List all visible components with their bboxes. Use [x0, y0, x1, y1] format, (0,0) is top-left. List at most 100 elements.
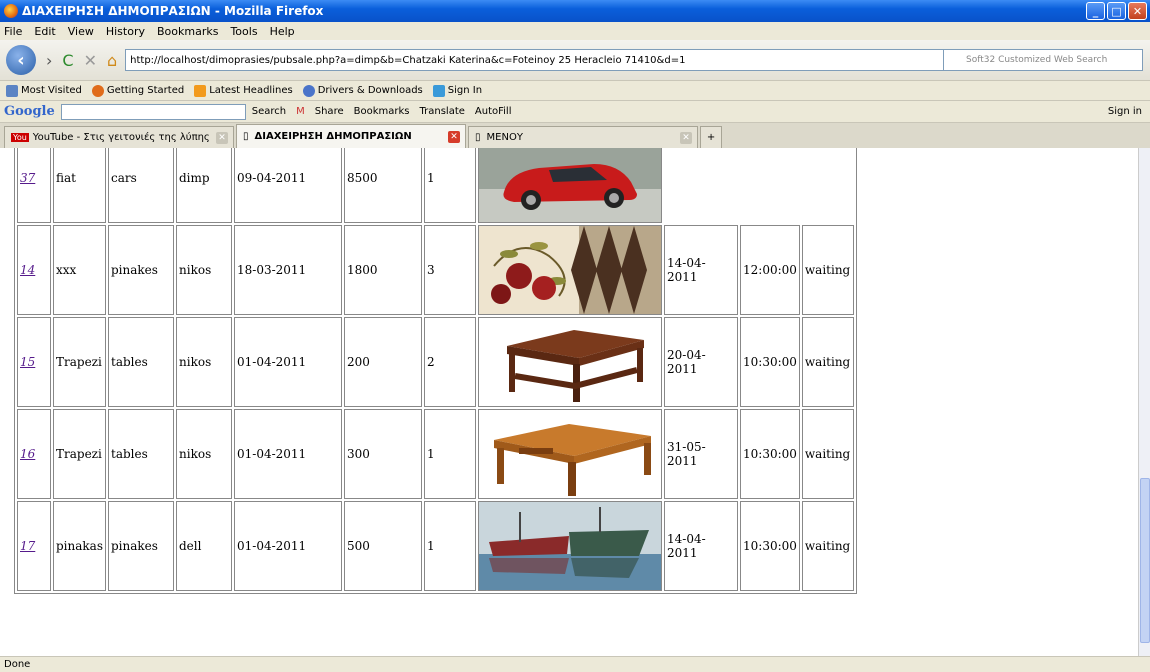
cell-id-link: 37 — [17, 148, 51, 223]
cell-text: 500 — [347, 539, 370, 553]
title-bar: ΔΙΑΧΕΙΡΗΣΗ ΔΗΜΟΠΡΑΣΙΩΝ - Mozilla Firefox… — [0, 0, 1150, 22]
cell-text: 3 — [427, 263, 435, 277]
cell-text: 01-04-2011 — [237, 447, 307, 461]
tab-auctions[interactable]: ▯ ΔΙΑΧΕΙΡΗΣΗ ΔΗΜΟΠΡΑΣΙΩΝ ✕ — [236, 124, 466, 148]
cell-text: cars — [111, 171, 137, 185]
cell-text: 10:30:00 — [743, 447, 797, 461]
cell-text: 18-03-2011 — [237, 263, 307, 277]
search-input[interactable]: Soft32 Customized Web Search — [943, 49, 1143, 71]
gmail-icon[interactable]: M — [296, 106, 305, 117]
cell-quantity: 1 — [424, 148, 476, 223]
item-id-link[interactable]: 14 — [20, 263, 35, 277]
cell-user: nikos — [176, 409, 232, 499]
page-content: 37 fiat cars dimp 09-04-2011 8500 1 14 xxx pinake… — [0, 148, 1138, 656]
cell-status: waiting — [801, 225, 854, 315]
cell-price: 1800 — [344, 225, 422, 315]
translate-button[interactable]: Translate — [419, 106, 464, 117]
scrollbar-thumb[interactable] — [1140, 478, 1150, 643]
cell-text: waiting — [804, 447, 851, 461]
bookmark-latest-headlines[interactable]: Latest Headlines — [194, 84, 293, 97]
google-sign-in[interactable]: Sign in — [1108, 106, 1142, 117]
cell-user: nikos — [176, 317, 232, 407]
cell-date: 01-04-2011 — [234, 409, 342, 499]
stop-icon[interactable]: ✕ — [84, 51, 97, 70]
cell-quantity: 1 — [424, 501, 476, 591]
cell-image — [478, 501, 662, 591]
window-title: ΔΙΑΧΕΙΡΗΣΗ ΔΗΜΟΠΡΑΣΙΩΝ - Mozilla Firefox — [22, 4, 324, 18]
table-row: 17 pinakas pinakes dell 01-04-2011 500 1 14-04-… — [17, 501, 854, 591]
cell-image — [478, 409, 662, 499]
google-search-input[interactable] — [60, 103, 246, 120]
menu-file[interactable]: File — [4, 25, 22, 38]
menu-history[interactable]: History — [106, 25, 145, 38]
tab-close-icon[interactable]: ✕ — [216, 131, 228, 144]
share-button[interactable]: Share — [315, 106, 344, 117]
forward-icon[interactable]: › — [46, 51, 52, 70]
cell-text: fiat — [56, 171, 76, 185]
item-id-link[interactable]: 37 — [20, 171, 35, 185]
bookmark-sign-in[interactable]: Sign In — [432, 84, 482, 97]
cell-item-name: Trapezi — [53, 317, 106, 407]
menu-edit[interactable]: Edit — [34, 25, 55, 38]
cell-text: 2 — [427, 355, 435, 369]
page-icon: ▯ — [243, 131, 249, 142]
pomegranate-painting-image — [479, 226, 661, 314]
item-id-link[interactable]: 17 — [20, 539, 35, 553]
new-tab-button[interactable]: + — [700, 126, 722, 148]
back-button[interactable]: ‹ — [6, 45, 36, 75]
bookmarks-toolbar: Most Visited Getting Started Latest Head… — [0, 80, 1150, 100]
cell-text: pinakas — [56, 539, 103, 553]
item-id-link[interactable]: 15 — [20, 355, 35, 369]
cell-user: dimp — [176, 148, 232, 223]
cell-quantity: 2 — [424, 317, 476, 407]
url-bar[interactable]: http://localhost/dimoprasies/pubsale.php… — [125, 49, 946, 71]
google-bookmarks-button[interactable]: Bookmarks — [354, 106, 410, 117]
menu-tools[interactable]: Tools — [230, 25, 257, 38]
bookmark-drivers-downloads[interactable]: Drivers & Downloads — [302, 84, 423, 97]
cell-text: dell — [179, 539, 202, 553]
tab-close-icon[interactable]: ✕ — [680, 131, 692, 144]
cell-date: 09-04-2011 — [234, 148, 342, 223]
cell-category: pinakes — [108, 225, 174, 315]
cell-user: nikos — [176, 225, 232, 315]
autofill-button[interactable]: AutoFill — [475, 106, 512, 117]
bookmark-most-visited[interactable]: Most Visited — [6, 84, 82, 97]
red-car-image — [479, 148, 661, 222]
cell-text: 31-05-2011 — [667, 440, 706, 468]
tab-strip: You YouTube - Στις γειτονιές της λύπης ✕… — [0, 122, 1150, 148]
cell-end-date — [664, 148, 738, 223]
tab-youtube[interactable]: You YouTube - Στις γειτονιές της λύπης ✕ — [4, 126, 234, 148]
bookmark-getting-started[interactable]: Getting Started — [91, 84, 184, 97]
cell-text: 200 — [347, 355, 370, 369]
menu-help[interactable]: Help — [270, 25, 295, 38]
home-icon[interactable]: ⌂ — [107, 51, 117, 70]
menu-bookmarks[interactable]: Bookmarks — [157, 25, 218, 38]
cell-text: 1 — [427, 539, 435, 553]
cell-text: Trapezi — [56, 447, 102, 461]
youtube-icon: You — [11, 133, 29, 142]
cell-price: 500 — [344, 501, 422, 591]
minimize-button[interactable]: _ — [1086, 2, 1105, 20]
maximize-button[interactable]: □ — [1107, 2, 1126, 20]
cell-end-time: 10:30:00 — [740, 317, 800, 407]
cell-image — [478, 317, 662, 407]
cell-id-link: 16 — [17, 409, 51, 499]
cell-text: 1 — [427, 447, 435, 461]
google-search-button[interactable]: Search — [252, 106, 286, 117]
close-button[interactable]: ✕ — [1128, 2, 1147, 20]
cell-id-link: 17 — [17, 501, 51, 591]
tab-close-icon[interactable]: ✕ — [448, 130, 460, 143]
vertical-scrollbar[interactable] — [1138, 148, 1150, 656]
table-row: 14 xxx pinakes nikos 18-03-2011 1800 3 14-04-20… — [17, 225, 854, 315]
table-row: 37 fiat cars dimp 09-04-2011 8500 1 — [17, 148, 854, 223]
cell-price: 8500 — [344, 148, 422, 223]
search-placeholder: Soft32 Customized Web Search — [966, 55, 1108, 65]
menu-view[interactable]: View — [68, 25, 94, 38]
cell-item-name: xxx — [53, 225, 106, 315]
reload-icon[interactable]: C — [62, 51, 73, 70]
cell-end-date: 31-05-2011 — [664, 409, 738, 499]
coffee-table-dark-image — [479, 318, 661, 406]
item-id-link[interactable]: 16 — [20, 447, 35, 461]
cell-image — [478, 148, 662, 223]
tab-menu[interactable]: ▯ ΜΕΝΟΥ ✕ — [468, 126, 698, 148]
